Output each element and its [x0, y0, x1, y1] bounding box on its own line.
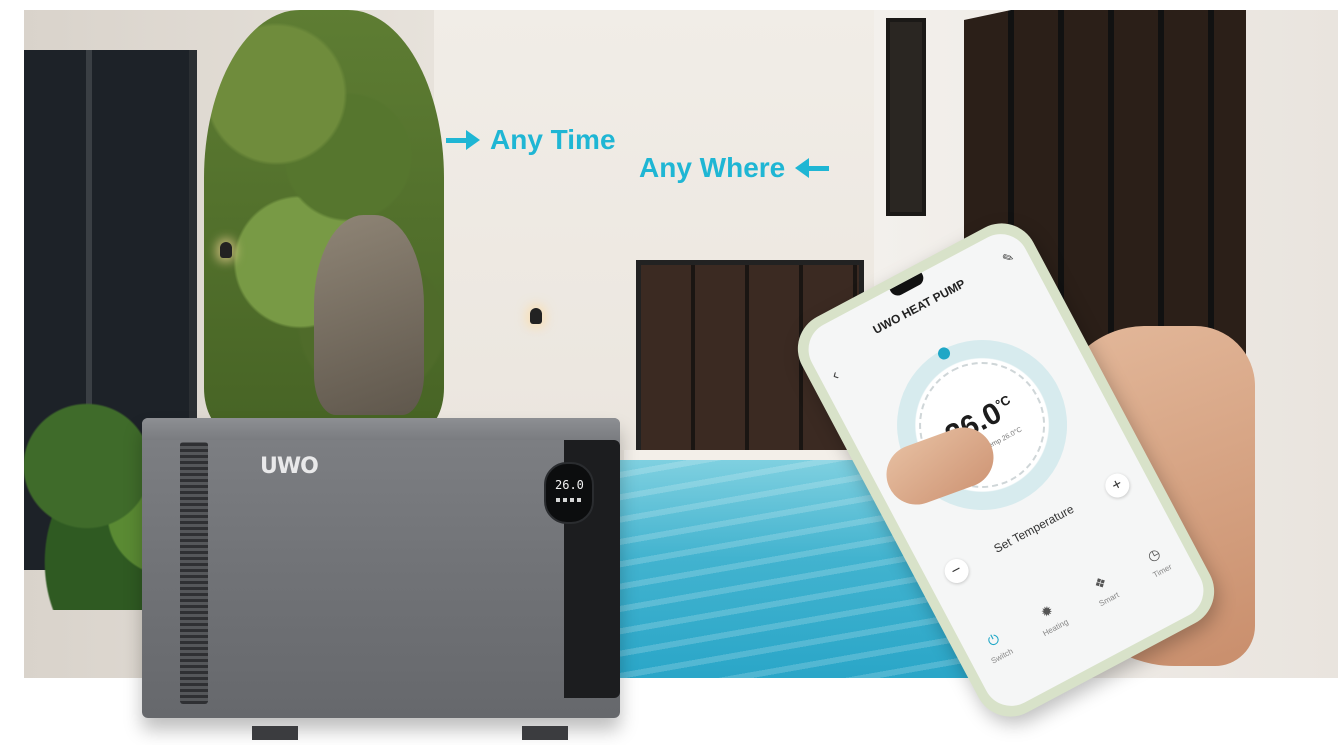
app-screen: UWO HEAT PUMP ‹ ✎ 26.0°C Current Temp 26… [798, 224, 1214, 716]
smart-icon: ❖ [1091, 572, 1110, 593]
heat-pump-top [142, 418, 620, 440]
wall-lamp-icon [220, 242, 232, 258]
tab-switch-label: Switch [989, 646, 1015, 666]
upper-window [886, 18, 926, 216]
unit-display: 26.0 [544, 462, 594, 524]
sun-icon: ✹ [1037, 601, 1056, 622]
side-grille [180, 442, 208, 704]
chevron-left-icon[interactable]: ‹ [829, 367, 842, 385]
display-buttons [556, 498, 582, 502]
power-icon: ⏻ [984, 630, 1003, 650]
arrow-right-icon [446, 130, 480, 150]
thinker-statue [314, 215, 424, 415]
clock-icon: ◷ [1144, 544, 1163, 565]
tab-timer-label: Timer [1151, 562, 1174, 580]
unit-foot [522, 726, 568, 740]
product-scene: Any Time Any Where UWO 26.0 UWO HEAT PUM… [0, 0, 1338, 745]
arrow-left-icon [795, 158, 830, 178]
decrease-button[interactable]: − [940, 554, 973, 588]
increase-button[interactable]: + [1101, 469, 1134, 502]
slogan-any-time: Any Time [446, 124, 616, 156]
phone-in-hand: UWO HEAT PUMP ‹ ✎ 26.0°C Current Temp 26… [785, 210, 1255, 730]
wall-lamp-icon [530, 308, 542, 324]
slogan-any-where: Any Where [639, 152, 830, 184]
tab-smart-label: Smart [1097, 590, 1121, 609]
slogan-line-2: Any Where [639, 152, 786, 183]
unit-display-reading: 26.0 [555, 478, 584, 492]
unit-foot [252, 726, 298, 740]
dial-knob[interactable] [935, 345, 953, 362]
slogan-line-1: Any Time [490, 124, 616, 155]
heat-pump-unit: UWO 26.0 [142, 418, 620, 740]
brand-logo: UWO [260, 454, 319, 479]
camera-notch [889, 272, 927, 299]
